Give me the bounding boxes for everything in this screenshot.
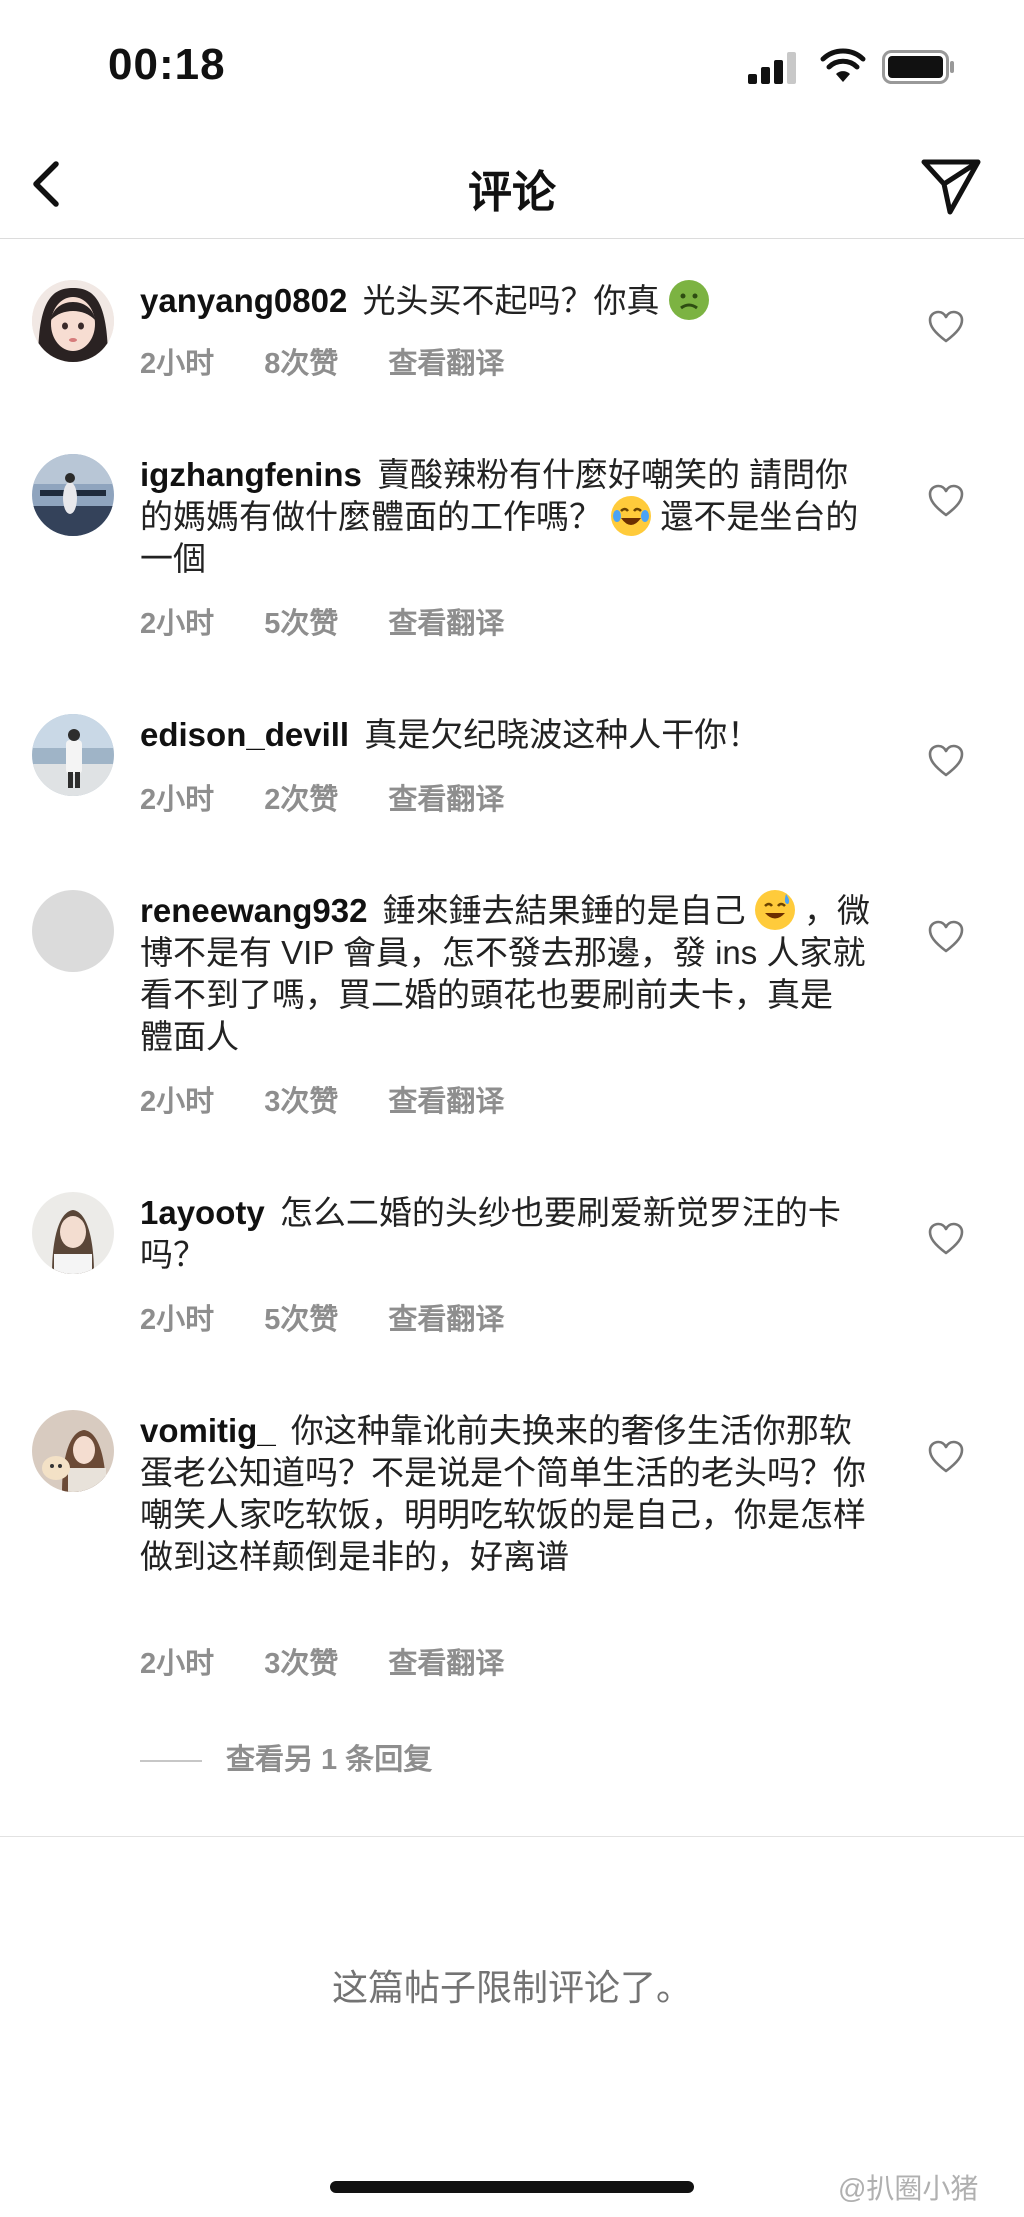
see-translation-link[interactable]: 查看翻译: [388, 1086, 504, 1118]
see-translation-link[interactable]: 查看翻译: [388, 1304, 504, 1336]
replies-divider-line: [140, 1760, 202, 1763]
status-time: 00:18: [108, 40, 226, 89]
home-indicator[interactable]: [330, 2181, 694, 2193]
comments-header: 评论: [0, 130, 1024, 239]
comment-meta: 2小时 3次赞 查看翻译: [140, 1078, 546, 1120]
comment-username[interactable]: reneewang932: [140, 892, 367, 929]
status-bar: 00:18: [0, 0, 1024, 130]
comment-meta: 2小时 8次赞 查看翻译: [140, 340, 546, 382]
comment-meta: 2小时 5次赞 查看翻译: [140, 1296, 546, 1338]
avatar[interactable]: [32, 890, 114, 972]
comment-time: 2小时: [140, 1086, 215, 1118]
comment-time: 2小时: [140, 348, 215, 380]
comment-body: 光头买不起吗？你真: [362, 282, 660, 319]
comment-username[interactable]: yanyang0802: [140, 282, 347, 319]
like-heart-icon[interactable]: [928, 1440, 964, 1474]
avatar[interactable]: [32, 454, 114, 536]
page-title: 评论: [468, 168, 556, 217]
comment-likes[interactable]: 2次赞: [264, 784, 338, 816]
comments-restricted-footer: 这篇帖子限制评论了。 @扒圈小猪: [0, 1836, 1024, 2217]
tears-of-joy-emoji-icon: [611, 496, 652, 536]
comment-text: vomitig_ 你这种靠讹前夫换来的奢侈生活你那软蛋老公知道吗？不是说是个简单…: [140, 1410, 875, 1578]
avatar[interactable]: [32, 1410, 114, 1492]
like-heart-icon[interactable]: [928, 1222, 964, 1256]
comment-likes[interactable]: 5次赞: [264, 1304, 338, 1336]
comment-time: 2小时: [140, 784, 215, 816]
comment-time: 2小时: [140, 1648, 215, 1680]
comment-meta: 2小时 5次赞 查看翻译: [140, 600, 546, 642]
sweat-smile-emoji-icon: [754, 890, 795, 930]
avatar[interactable]: [32, 1192, 114, 1274]
avatar[interactable]: [32, 280, 114, 362]
cellular-signal-icon: [748, 52, 796, 84]
comment-text: yanyang0802 光头买不起吗？你真: [140, 280, 875, 322]
send-icon[interactable]: [918, 152, 984, 218]
view-replies-label: 查看另 1 条回复: [226, 1744, 433, 1776]
comment-likes[interactable]: 3次赞: [264, 1086, 338, 1118]
like-heart-icon[interactable]: [928, 310, 964, 344]
comment-text: reneewang932 錘來錘去結果錘的是自己 ，微博不是有 VIP 會員，怎…: [140, 890, 875, 1058]
avatar[interactable]: [32, 714, 114, 796]
comment-likes[interactable]: 5次赞: [264, 608, 338, 640]
like-heart-icon[interactable]: [928, 920, 964, 954]
comment-text: edison_devill 真是欠纪晓波这种人干你！: [140, 714, 875, 756]
comment-username[interactable]: vomitig_: [140, 1412, 276, 1449]
comment-text: igzhangfenins 賣酸辣粉有什麼好嘲笑的 請問你的媽媽有做什麼體面的工…: [140, 454, 875, 580]
watermark: @扒圈小猪: [838, 2173, 979, 2204]
comment-username[interactable]: 1ayooty: [140, 1194, 265, 1231]
comment-meta: 2小时 2次赞 查看翻译: [140, 776, 546, 818]
comment-username[interactable]: edison_devill: [140, 716, 349, 753]
comment-text: 1ayooty 怎么二婚的头纱也要刷爱新觉罗汪的卡吗？: [140, 1192, 875, 1276]
like-heart-icon[interactable]: [928, 484, 964, 518]
see-translation-link[interactable]: 查看翻译: [388, 348, 504, 380]
comment-username[interactable]: igzhangfenins: [140, 456, 362, 493]
comment-likes[interactable]: 3次赞: [264, 1648, 338, 1680]
like-heart-icon[interactable]: [928, 744, 964, 778]
battery-icon: [882, 50, 954, 84]
wifi-icon: [820, 48, 866, 82]
comment-time: 2小时: [140, 1304, 215, 1336]
comment-body: 真是欠纪晓波这种人干你！: [364, 716, 761, 753]
see-translation-link[interactable]: 查看翻译: [388, 608, 504, 640]
nauseated-face-emoji-icon: [668, 280, 709, 320]
view-replies-button[interactable]: 查看另 1 条回复: [140, 1736, 432, 1778]
comment-body: 錘來錘去結果錘的是自己: [382, 892, 746, 929]
comment-meta: 2小时 3次赞 查看翻译: [140, 1640, 546, 1682]
see-translation-link[interactable]: 查看翻译: [388, 1648, 504, 1680]
see-translation-link[interactable]: 查看翻译: [388, 784, 504, 816]
comment-time: 2小时: [140, 608, 215, 640]
comment-likes[interactable]: 8次赞: [264, 348, 338, 380]
restricted-comments-notice: 这篇帖子限制评论了。: [331, 1967, 692, 2008]
